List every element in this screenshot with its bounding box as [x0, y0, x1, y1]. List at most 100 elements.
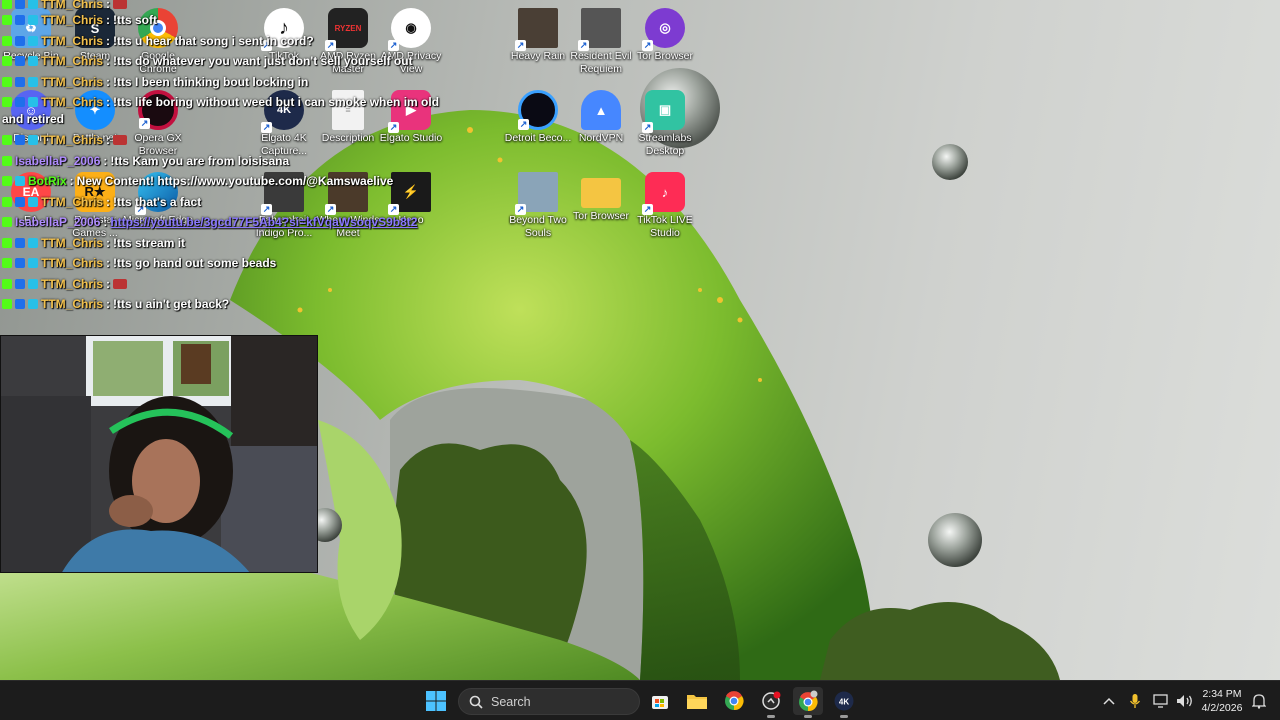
taskbar-streamlabs-button[interactable]: [756, 687, 786, 718]
emote-icon: [113, 0, 128, 9]
chat-text: !tts stream it: [113, 236, 186, 250]
kick-badge-icon: [2, 77, 12, 87]
chat-username: TTM_Chris: [41, 277, 104, 291]
sub-badge-icon: [28, 77, 38, 87]
chat-username: TTM_Chris: [41, 95, 104, 109]
taskbar-chrome-button[interactable]: [719, 687, 749, 715]
kick-badge-icon: [2, 176, 12, 186]
kick-badge-icon: [2, 258, 12, 268]
folder-icon: [581, 178, 621, 208]
network-icon: [1153, 694, 1168, 708]
chat-message: TTM_Chris : !tts life boring without wee…: [2, 94, 439, 110]
desktop-icon-tor-browser-folder[interactable]: Tor Browser: [564, 168, 638, 223]
tray-microphone-button[interactable]: [1124, 687, 1146, 715]
kick-badge-icon: [2, 56, 12, 66]
start-button[interactable]: [421, 687, 451, 715]
taskbar-chrome-profile-button[interactable]: [793, 687, 823, 718]
prime-badge-icon: [15, 238, 25, 248]
chat-message: IsabellaP_2006 : !tts Kam you are from l…: [2, 153, 289, 169]
heavy-rain-icon: ↗: [515, 8, 558, 51]
chat-username: TTM_Chris: [41, 195, 104, 209]
nordvpn-icon: ▲: [581, 90, 621, 130]
kick-badge-icon: [2, 279, 12, 289]
emote-icon: [113, 279, 128, 289]
notification-button[interactable]: [1248, 687, 1270, 715]
kick-badge-icon: [2, 299, 12, 309]
sub-badge-icon: [28, 197, 38, 207]
taskbar-elgato-4k-button[interactable]: 4K: [829, 687, 859, 718]
taskbar-clock[interactable]: 2:34 PM 4/2/2026: [1200, 687, 1244, 715]
chrome-profile-icon: [799, 690, 818, 712]
kick-badge-icon: [2, 0, 12, 9]
desktop-icon-tiktok-live[interactable]: ♪ ↗ TikTok LIVE Studio: [628, 168, 702, 240]
taskbar: Search 4K 2:34 PM 4/2/2026: [0, 680, 1280, 720]
sub-badge-icon: [28, 97, 38, 107]
taskbar-search-box[interactable]: Search: [458, 688, 640, 715]
bell-icon: [1252, 694, 1266, 709]
chat-message: BotRix : New Content! https://www.youtub…: [2, 173, 393, 189]
prime-badge-icon: [15, 0, 25, 9]
chrome-icon: [725, 691, 744, 711]
system-tray: [1098, 681, 1192, 720]
streamlabs-recording-icon: [762, 691, 781, 710]
kick-badge-icon: [2, 36, 12, 46]
resident-evil-icon: ↗: [578, 8, 621, 51]
chat-username: TTM_Chris: [41, 297, 104, 311]
prime-badge-icon: [15, 15, 25, 25]
taskbar-file-explorer-button[interactable]: [682, 687, 712, 715]
tray-network-button[interactable]: [1150, 687, 1172, 715]
chat-message: TTM_Chris : !tts soft: [2, 12, 157, 28]
chat-message: TTM_Chris :: [2, 0, 128, 12]
kick-badge-icon: [2, 15, 12, 25]
chat-message-continuation: and retired: [2, 111, 64, 127]
chat-username: TTM_Chris: [41, 133, 104, 147]
sub-badge-icon: [28, 258, 38, 268]
sub-badge-icon: [28, 0, 38, 9]
file-explorer-icon: [687, 695, 707, 709]
tray-volume-button[interactable]: [1174, 687, 1196, 715]
windows-start-icon: [426, 691, 446, 711]
kick-badge-icon: [2, 238, 12, 248]
sub-badge-icon: [28, 299, 38, 309]
chat-message: TTM_Chris : !tts stream it: [2, 235, 185, 251]
chat-message: IsabellaP_2006 : https://youtu.be/3gcd77…: [2, 214, 417, 230]
prime-badge-icon: [15, 197, 25, 207]
hono-icon: ⚡ ↗: [388, 172, 431, 215]
tray-overflow-button[interactable]: [1098, 687, 1120, 715]
desktop-icon-tor-browser[interactable]: ◎ ↗ Tor Browser: [628, 4, 702, 63]
chat-link[interactable]: https://youtu.be/3gcd77F5Ab4?si=kfVqaWso…: [110, 215, 417, 229]
webcam-overlay: [0, 335, 318, 573]
chat-message: TTM_Chris : !tts do whatever you want ju…: [2, 53, 413, 69]
desktop-icon-resident-evil[interactable]: ↗ Resident Evil Requiem: [564, 4, 638, 76]
chat-text: !tts u ain't get back?: [113, 297, 230, 311]
chat-text: !tts go hand out some beads: [113, 256, 277, 270]
sub-badge-icon: [28, 135, 38, 145]
chat-username: TTM_Chris: [41, 236, 104, 250]
clock-date: 4/2/2026: [1201, 702, 1243, 714]
bot-badge-icon: [15, 176, 25, 186]
desktop-icon-nordvpn[interactable]: ▲ NordVPN: [564, 86, 638, 145]
search-placeholder: Search: [491, 694, 531, 709]
amd-privacy-icon: ◉ ↗: [388, 8, 431, 51]
chat-text: !tts do whatever you want just don't sel…: [113, 54, 413, 68]
taskbar-store-button[interactable]: [645, 687, 675, 715]
kick-badge-icon: [2, 156, 12, 166]
prime-badge-icon: [15, 258, 25, 268]
chat-username: BotRix: [28, 174, 67, 188]
prime-badge-icon: [15, 77, 25, 87]
chat-username: IsabellaP_2006: [15, 154, 101, 168]
sub-badge-icon: [28, 279, 38, 289]
chat-message: TTM_Chris :: [2, 276, 128, 292]
chat-text: !tts soft: [113, 13, 158, 27]
kick-badge-icon: [2, 197, 12, 207]
chat-text: and retired: [2, 112, 65, 126]
chat-message: TTM_Chris :: [2, 132, 128, 148]
chat-username: TTM_Chris: [41, 256, 104, 270]
kick-badge-icon: [2, 97, 12, 107]
desktop-icon-streamlabs[interactable]: ▣ ↗ Streamlabs Desktop: [628, 86, 702, 158]
chat-text: New Content! https://www.youtube.com/@Ka…: [76, 174, 394, 188]
chat-username: TTM_Chris: [41, 34, 104, 48]
clock-time: 2:34 PM: [1202, 688, 1242, 700]
amd-ryzen-icon: RYZEN ↗: [325, 8, 368, 51]
chat-username: TTM_Chris: [41, 13, 104, 27]
